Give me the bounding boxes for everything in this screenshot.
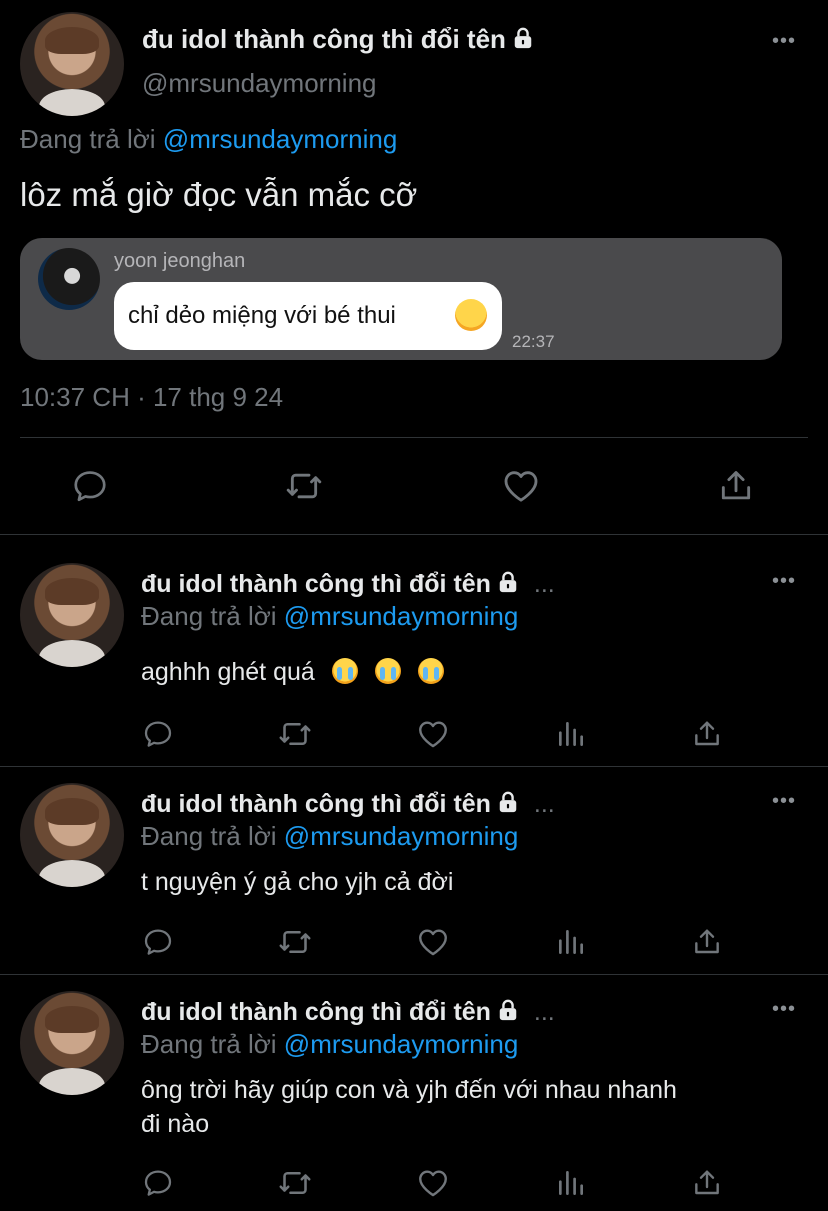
share-button[interactable] [716, 466, 756, 506]
message-time: 22:37 [512, 332, 555, 351]
lock-icon [512, 26, 534, 50]
like-button[interactable] [501, 466, 541, 506]
views-icon [555, 1167, 587, 1199]
reply-icon [142, 1167, 174, 1199]
mention-link[interactable]: @mrsundaymorning [163, 124, 397, 154]
avatar[interactable] [20, 991, 124, 1095]
reply-prefix: Đang trả lời [141, 1029, 277, 1059]
mention-link[interactable]: @mrsundaymorning [284, 601, 518, 631]
retweet-icon [277, 716, 313, 752]
replying-to: Đang trả lời @mrsundaymorning [20, 124, 397, 155]
retweet-icon [277, 1165, 313, 1201]
avatar[interactable] [20, 563, 124, 667]
divider [0, 974, 828, 975]
tweet-text: lôz mắ giờ đọc vẫn mắc cỡ [20, 176, 418, 213]
tweet-text-content: aghhh ghét quá [141, 658, 315, 686]
display-name-text: đu idol thành công thì đổi tên [141, 570, 491, 598]
share-button[interactable] [687, 922, 727, 962]
views-button[interactable] [551, 714, 591, 754]
crying-emoji [374, 658, 401, 684]
share-icon [691, 718, 723, 750]
lock-icon [497, 790, 519, 814]
like-icon [416, 1166, 450, 1200]
tweet-timestamp[interactable]: 10:37 CH · 17 thg 9 24 [20, 382, 283, 413]
reply-prefix: Đang trả lời [141, 821, 277, 851]
handle-truncated: ... [533, 790, 555, 818]
views-icon [555, 718, 587, 750]
like-icon [501, 466, 541, 506]
views-button[interactable] [551, 922, 591, 962]
share-icon [691, 1167, 723, 1199]
more-icon[interactable]: ••• [772, 30, 796, 53]
sender-name: yoon jeonghan [114, 250, 246, 272]
reply-button[interactable] [138, 714, 178, 754]
share-button[interactable] [687, 714, 727, 754]
share-icon [691, 926, 723, 958]
display-name[interactable]: đu idol thành công thì đổi tên ... [141, 570, 555, 599]
message-text: chỉ dẻo miệng với bé thui [128, 302, 396, 329]
handle[interactable]: @mrsundaymorning [142, 68, 376, 99]
media-screenshot[interactable]: yoon jeonghan chỉ dẻo miệng với bé thui … [20, 238, 782, 360]
like-button[interactable] [413, 922, 453, 962]
share-button[interactable] [687, 1163, 727, 1203]
replying-to: Đang trả lời @mrsundaymorning [141, 821, 518, 852]
retweet-icon [284, 466, 324, 506]
reply-prefix: Đang trả lời [141, 601, 277, 631]
reply-icon [142, 718, 174, 750]
retweet-button[interactable] [275, 714, 315, 754]
handle-truncated: ... [533, 998, 555, 1026]
mention-link[interactable]: @mrsundaymorning [284, 821, 518, 851]
replying-to: Đang trả lời @mrsundaymorning [141, 1029, 518, 1060]
reply-icon [142, 926, 174, 958]
divider [0, 766, 828, 767]
display-name[interactable]: đu idol thành công thì đổi tên ... [141, 790, 555, 819]
divider [20, 437, 808, 438]
tweet-text: aghhh ghét quá [141, 658, 444, 687]
tweet-text-line: đi nào [141, 1110, 210, 1138]
like-button[interactable] [413, 1163, 453, 1203]
like-icon [416, 925, 450, 959]
more-icon[interactable]: ••• [772, 570, 796, 593]
crying-emoji [331, 658, 358, 684]
display-name[interactable]: đu idol thành công thì đổi tên [142, 24, 534, 55]
lock-icon [497, 998, 519, 1022]
retweet-button[interactable] [275, 1163, 315, 1203]
display-name-text: đu idol thành công thì đổi tên [141, 790, 491, 818]
share-icon [717, 467, 755, 505]
lock-icon [497, 570, 519, 594]
yum-emoji [455, 299, 487, 331]
like-icon [416, 717, 450, 751]
more-icon[interactable]: ••• [772, 790, 796, 813]
retweet-icon [277, 924, 313, 960]
retweet-button[interactable] [284, 466, 324, 506]
reply-icon [71, 467, 109, 505]
sender-avatar [38, 248, 100, 310]
reply-button[interactable] [138, 922, 178, 962]
more-icon[interactable]: ••• [772, 998, 796, 1021]
handle-truncated: ... [533, 570, 555, 598]
display-name-text: đu idol thành công thì đổi tên [141, 998, 491, 1026]
reply-button[interactable] [138, 1163, 178, 1203]
message-bubble: chỉ dẻo miệng với bé thui [114, 282, 502, 350]
views-icon [555, 926, 587, 958]
replying-to: Đang trả lời @mrsundaymorning [141, 601, 518, 632]
retweet-button[interactable] [275, 922, 315, 962]
like-button[interactable] [413, 714, 453, 754]
avatar[interactable] [20, 783, 124, 887]
reply-button[interactable] [70, 466, 110, 506]
views-button[interactable] [551, 1163, 591, 1203]
reply-prefix: Đang trả lời [20, 124, 156, 154]
display-name[interactable]: đu idol thành công thì đổi tên ... [141, 998, 555, 1027]
avatar[interactable] [20, 12, 124, 116]
tweet-text: t nguyện ý gả cho yjh cả đời [141, 868, 454, 896]
mention-link[interactable]: @mrsundaymorning [284, 1029, 518, 1059]
tweet-text-line: ông trời hãy giúp con và yjh đến với nha… [141, 1076, 677, 1104]
divider [0, 534, 828, 535]
display-name-text: đu idol thành công thì đổi tên [142, 24, 506, 54]
crying-emoji [417, 658, 444, 684]
